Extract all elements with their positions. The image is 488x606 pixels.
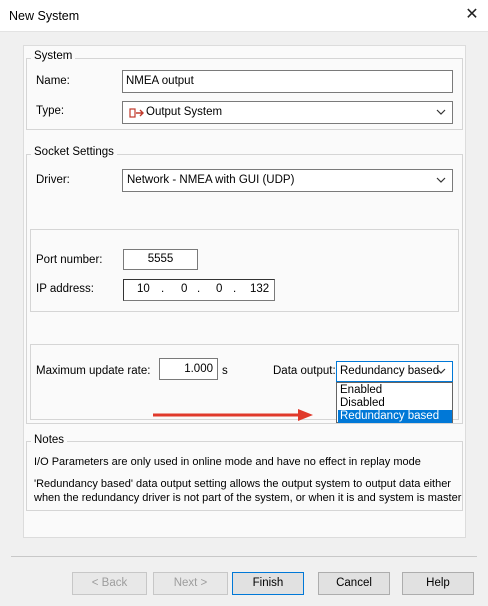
window-title: New System xyxy=(9,9,80,23)
chevron-down-icon xyxy=(436,368,446,374)
ip-label: IP address: xyxy=(36,283,94,295)
socket-settings-label: Socket Settings xyxy=(31,146,117,158)
data-output-dropdown-list: Enabled Disabled Redundancy based xyxy=(336,382,453,423)
rate-unit: s xyxy=(222,365,228,377)
driver-select[interactable]: Network - NMEA with GUI (UDP) xyxy=(122,169,453,192)
type-select-value: Output System xyxy=(146,106,223,118)
type-label: Type: xyxy=(36,105,65,117)
output-system-icon xyxy=(129,108,144,118)
name-field[interactable]: NMEA output xyxy=(122,70,453,93)
finish-button[interactable]: Finish xyxy=(232,572,304,595)
note-line-2: 'Redundancy based' data output setting a… xyxy=(34,478,451,490)
ip-dot: . xyxy=(161,283,165,295)
help-button[interactable]: Help xyxy=(402,572,474,595)
close-icon[interactable]: ✕ xyxy=(462,5,482,25)
ip-octet-4: 132 xyxy=(250,283,270,295)
ip-octet-1: 10 xyxy=(137,283,150,295)
system-group-label: System xyxy=(31,50,76,62)
driver-select-value: Network - NMEA with GUI (UDP) xyxy=(127,174,295,186)
data-output-select-value: Redundancy based xyxy=(340,365,440,377)
type-select[interactable]: Output System xyxy=(122,101,453,124)
annotation-arrow-icon xyxy=(153,409,313,421)
ip-address-field[interactable]: 10 . 0 . 0 . 132 xyxy=(123,279,275,301)
notes-label: Notes xyxy=(31,434,68,446)
chevron-down-icon xyxy=(436,109,446,115)
note-line-1: I/O Parameters are only used in online m… xyxy=(34,456,421,468)
ip-dot: . xyxy=(197,283,201,295)
dropdown-option-redundancy-based[interactable]: Redundancy based xyxy=(338,410,452,423)
note-line-3: when the redundancy driver is not part o… xyxy=(34,492,462,504)
port-label: Port number: xyxy=(36,254,103,266)
data-output-select[interactable]: Redundancy based xyxy=(336,361,453,382)
next-button[interactable]: Next > xyxy=(153,572,228,595)
chevron-down-icon xyxy=(436,177,446,183)
port-field[interactable]: 5555 xyxy=(123,249,198,270)
ip-dot: . xyxy=(233,283,237,295)
rate-field[interactable]: 1.000 xyxy=(159,358,218,380)
back-button[interactable]: < Back xyxy=(72,572,147,595)
rate-label: Maximum update rate: xyxy=(36,365,151,377)
dropdown-option-disabled[interactable]: Disabled xyxy=(338,397,452,410)
cancel-button[interactable]: Cancel xyxy=(318,572,390,595)
data-output-label: Data output: xyxy=(273,365,336,377)
ip-octet-3: 0 xyxy=(216,283,223,295)
footer-separator xyxy=(11,556,477,557)
driver-label: Driver: xyxy=(36,174,70,186)
ip-octet-2: 0 xyxy=(181,283,188,295)
dropdown-option-enabled[interactable]: Enabled xyxy=(338,384,452,397)
name-label: Name: xyxy=(36,75,70,87)
